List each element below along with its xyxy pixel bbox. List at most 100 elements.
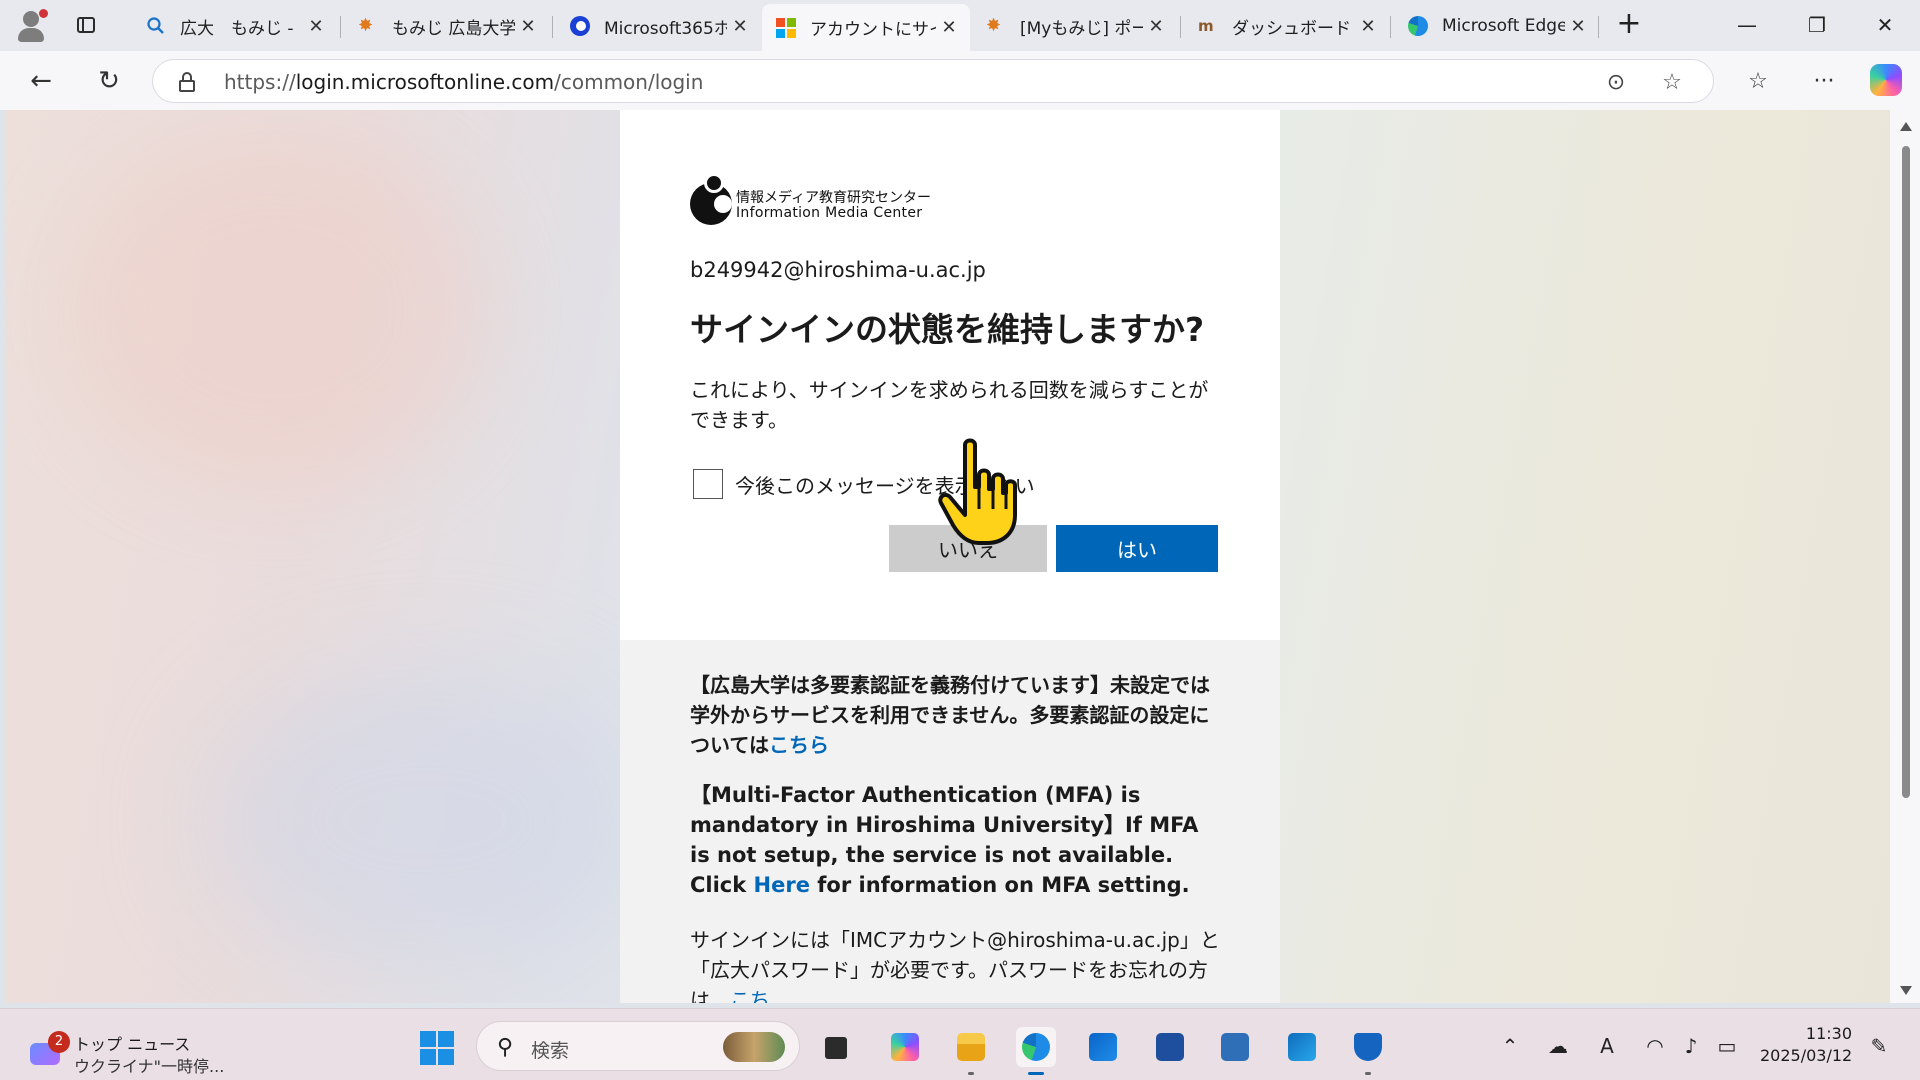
tab-title: ダッシュボード (1232, 18, 1351, 39)
windows-taskbar: 2 トップ ニュース ウクライナ"一時停... ⚲ 検索 ⌃ ☁ A ◠ ♪ ▭… (0, 1008, 1920, 1080)
close-tab-icon[interactable]: ✕ (303, 13, 329, 39)
scroll-up-icon[interactable] (1900, 122, 1912, 131)
app-button[interactable] (1215, 1027, 1255, 1067)
favorites-icon[interactable]: ☆ (1741, 64, 1775, 98)
news-headline: ウクライナ"一時停... (74, 1057, 225, 1076)
task-view-icon (825, 1037, 847, 1059)
outlook-icon (1288, 1033, 1316, 1061)
url-host: login.microsoftonline.com (295, 70, 555, 94)
imc-logo: 情報メディア教育研究センター Information Media Center (690, 173, 990, 230)
copilot-taskbar-button[interactable] (885, 1027, 925, 1067)
browser-tab-active[interactable]: アカウントにサイン ✕ (762, 4, 970, 51)
tab-separator (340, 16, 341, 38)
moodle-icon: m (1198, 17, 1214, 35)
more-menu-icon[interactable]: ··· (1807, 64, 1841, 98)
clock-time: 11:30 (1805, 1024, 1852, 1043)
tab-separator (1180, 16, 1181, 38)
close-tab-icon[interactable]: ✕ (515, 13, 541, 39)
browser-tab[interactable]: ✸ [Myもみじ] ポー ✕ (972, 6, 1177, 46)
wifi-icon[interactable]: ◠ (1642, 1033, 1668, 1059)
browser-tab[interactable]: m ダッシュボード ✕ (1184, 6, 1389, 46)
close-window-button[interactable]: ✕ (1862, 8, 1908, 42)
tab-separator (552, 16, 553, 38)
edge-taskbar-button[interactable] (1016, 1027, 1056, 1075)
imc-logo-icon (570, 16, 590, 36)
account-identity: b249942@hiroshima-u.ac.jp (690, 258, 986, 282)
start-button[interactable] (420, 1031, 454, 1065)
app-icon (1221, 1033, 1249, 1061)
system-clock[interactable]: 11:30 2025/03/12 (1760, 1023, 1852, 1067)
tab-title: アカウントにサイン (810, 20, 936, 40)
store-button[interactable] (1083, 1027, 1123, 1067)
store-icon (1089, 1033, 1117, 1061)
task-view-button[interactable] (815, 1027, 855, 1067)
copilot-icon[interactable] (1870, 64, 1902, 96)
browser-tab[interactable]: Microsoft Edge ✕ (1394, 6, 1599, 46)
yes-button[interactable]: はい (1056, 525, 1218, 572)
page-scrollbar[interactable] (1890, 110, 1920, 1003)
edge-icon (1022, 1033, 1050, 1061)
battery-icon[interactable]: ▭ (1714, 1033, 1740, 1059)
copilot-icon (891, 1033, 919, 1061)
taskbar-search[interactable]: ⚲ 検索 (476, 1021, 800, 1071)
news-title: トップ ニュース (74, 1035, 191, 1054)
favorite-star-icon[interactable]: ☆ (1658, 68, 1686, 96)
notifications-icon[interactable]: ✎ (1866, 1033, 1892, 1059)
reading-mode-icon[interactable]: ⊙ (1602, 68, 1630, 96)
scrollbar-thumb[interactable] (1902, 146, 1910, 798)
onedrive-icon[interactable]: ☁ (1545, 1033, 1571, 1059)
outlook-button[interactable] (1282, 1027, 1322, 1067)
refresh-button[interactable]: ↻ (92, 64, 126, 98)
tab-title: 広大 もみじ - (180, 18, 294, 39)
description-text: これにより、サインインを求められる回数を減らすことができます。 (690, 378, 1209, 432)
browser-tab[interactable]: 広大 もみじ - ✕ (132, 6, 337, 46)
scroll-down-icon[interactable] (1900, 986, 1912, 995)
edge-icon (1408, 16, 1428, 36)
restore-button[interactable]: ❐ (1794, 8, 1840, 42)
mfa-notice-banner: 【広島大学は多要素認証を義務付けています】未設定では学外からサービスを利用できま… (620, 640, 1280, 1003)
close-tab-icon[interactable]: ✕ (1143, 13, 1169, 39)
chevron-up-icon[interactable]: ⌃ (1497, 1033, 1523, 1059)
news-widget[interactable]: 2 トップ ニュース ウクライナ"一時停... (24, 1023, 224, 1076)
defender-button[interactable] (1348, 1027, 1388, 1075)
close-tab-icon[interactable]: ✕ (936, 15, 962, 41)
tab-title: もみじ 広島大学 (392, 18, 515, 39)
volume-icon[interactable]: ♪ (1678, 1033, 1704, 1059)
close-tab-icon[interactable]: ✕ (1565, 13, 1591, 39)
mfa-notice-en: 【Multi-Factor Authentication (MFA) is ma… (690, 780, 1220, 900)
dont-show-again-checkbox[interactable] (693, 469, 723, 499)
ime-icon[interactable]: A (1594, 1033, 1620, 1059)
microsoft-logo-icon (776, 17, 796, 38)
lock-icon[interactable] (179, 72, 195, 92)
close-tab-icon[interactable]: ✕ (1355, 13, 1381, 39)
forgot-password-link[interactable]: こち (730, 988, 770, 1003)
new-tab-button[interactable]: + (1614, 9, 1644, 40)
momiji-leaf-icon: ✸ (358, 15, 374, 36)
back-button[interactable]: ← (24, 64, 58, 98)
news-badge: 2 (48, 1031, 70, 1053)
momiji-leaf-icon: ✸ (986, 15, 1002, 36)
minimize-button[interactable]: — (1724, 8, 1770, 42)
shield-icon (1354, 1033, 1382, 1061)
tab-title: Microsoft365ホ (604, 18, 727, 39)
url-scheme: https:// (224, 70, 296, 94)
file-explorer-button[interactable] (951, 1027, 991, 1075)
tab-title: [Myもみじ] ポー (1020, 18, 1143, 39)
tab-title: Microsoft Edge (1442, 16, 1565, 36)
address-bar[interactable]: https://login.microsoftonline.com/common… (152, 59, 1714, 103)
browser-tab[interactable]: ✸ もみじ 広島大学 ✕ (344, 6, 549, 46)
profile-avatar[interactable] (14, 8, 50, 44)
mfa-link-en[interactable]: Here (754, 873, 810, 897)
browser-tab-strip: 広大 もみじ - ✕ ✸ もみじ 広島大学 ✕ Microsoft365ホ ✕ … (0, 0, 1920, 51)
close-tab-icon[interactable]: ✕ (727, 13, 753, 39)
tab-actions-icon[interactable] (72, 12, 98, 38)
app-button[interactable] (1150, 1027, 1190, 1067)
signin-card: 情報メディア教育研究センター Information Media Center … (620, 110, 1280, 640)
page-title: サインインの状態を維持しますか? (690, 310, 1205, 349)
url-text[interactable]: https://login.microsoftonline.com/common… (224, 70, 703, 94)
mfa-link-jp[interactable]: こちら (769, 733, 829, 757)
tab-separator (1390, 16, 1391, 38)
browser-tab[interactable]: Microsoft365ホ ✕ (556, 6, 761, 46)
browser-toolbar: ← ↻ https://login.microsoftonline.com/co… (0, 51, 1920, 110)
notification-dot (39, 9, 48, 18)
